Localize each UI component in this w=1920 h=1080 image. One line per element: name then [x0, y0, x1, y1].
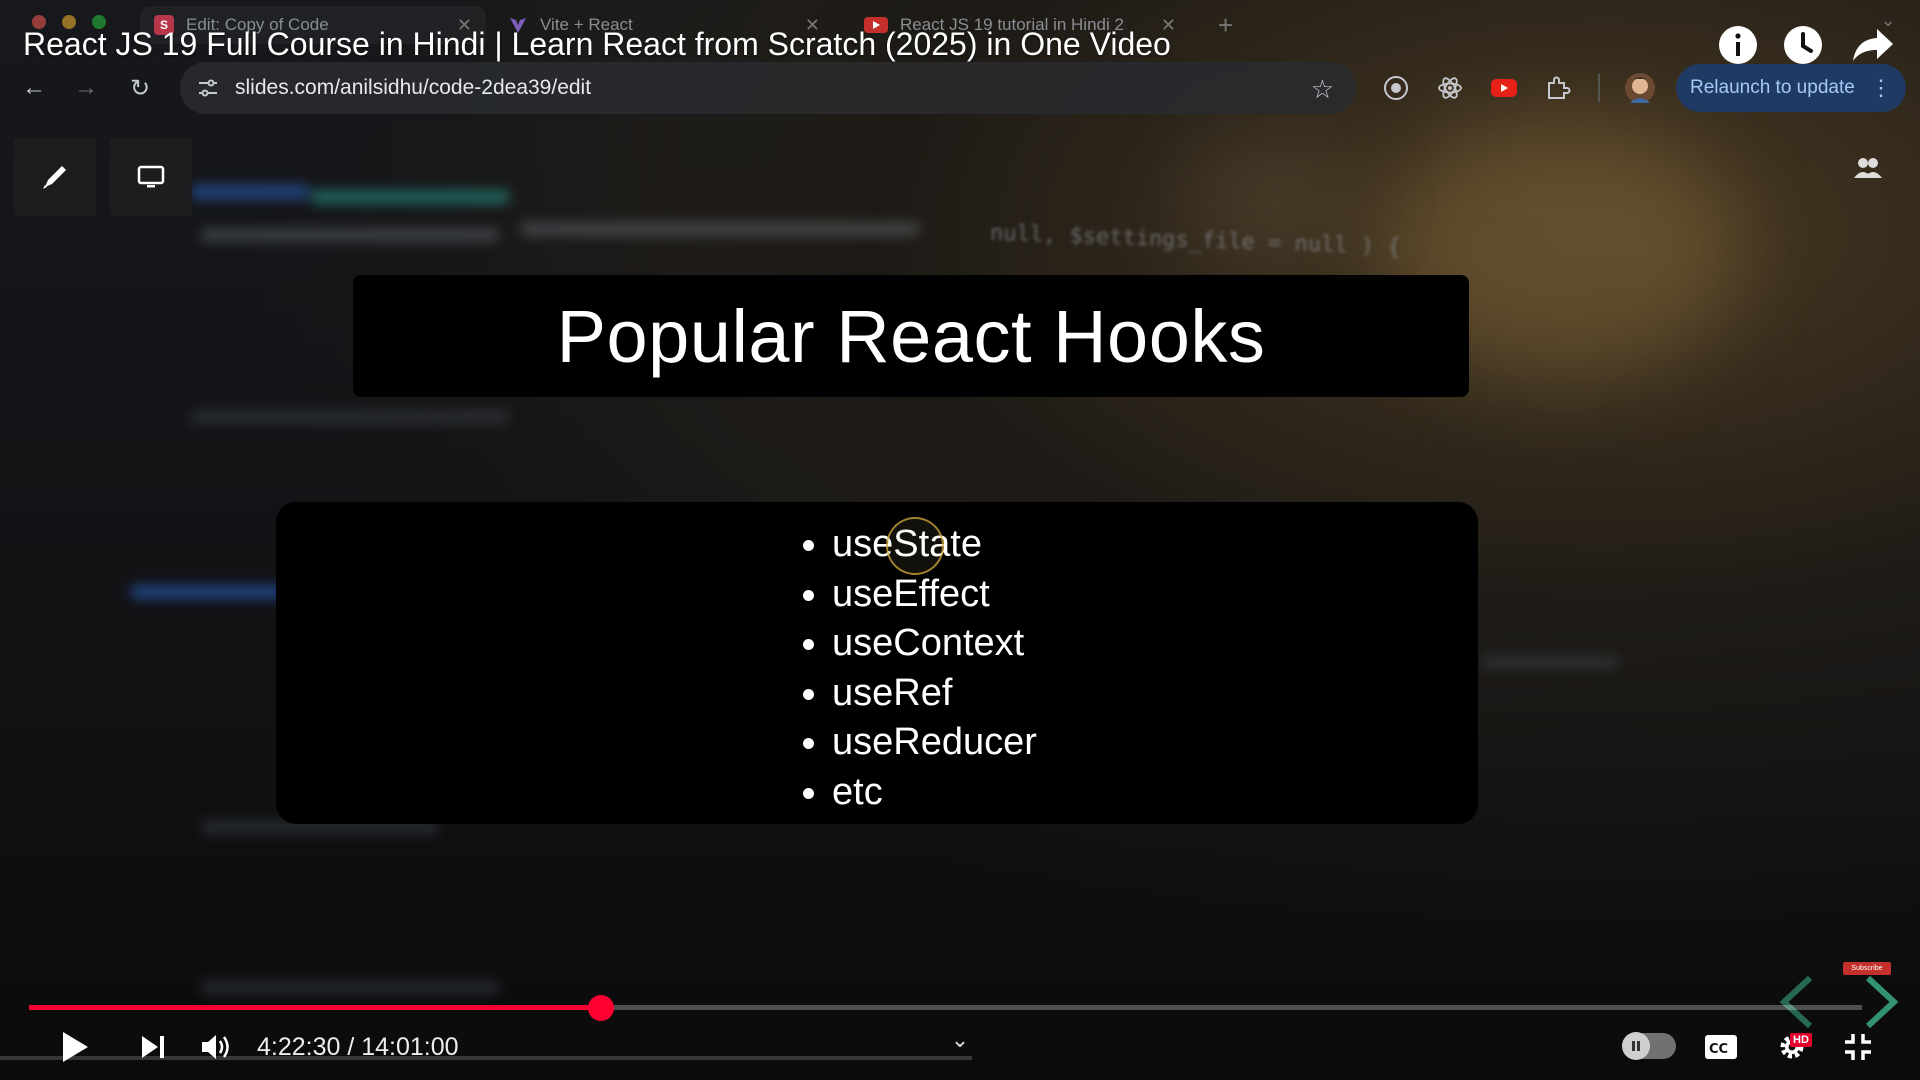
browser-toolbar: ← → ↻ slides.com/anilsidhu/code-2dea39/e…: [0, 58, 1920, 118]
progress-played: [29, 1005, 602, 1010]
extension-target-icon[interactable]: [1381, 73, 1411, 103]
exit-fullscreen-button[interactable]: [1840, 1026, 1876, 1068]
relaunch-to-update-button[interactable]: Relaunch to update ⋮: [1676, 64, 1906, 112]
reload-button[interactable]: ↻: [122, 70, 158, 106]
extensions-puzzle-icon[interactable]: [1543, 73, 1573, 103]
pen-icon: [43, 166, 66, 189]
collaborators-icon[interactable]: [1843, 148, 1893, 188]
background-code-line: [520, 222, 920, 236]
relaunch-label: Relaunch to update: [1690, 77, 1855, 98]
list-item: useEffect: [803, 570, 1037, 620]
list-item: etc: [803, 768, 1037, 818]
list-item: useReducer: [803, 718, 1037, 768]
subscribe-label: Subscribe: [1851, 965, 1883, 972]
captions-button[interactable]: CC: [1704, 1026, 1738, 1068]
cursor-highlight: [886, 517, 944, 575]
next-video-button[interactable]: [133, 1026, 173, 1068]
exit-fullscreen-icon: [1845, 1034, 1871, 1060]
forward-button[interactable]: →: [68, 70, 104, 106]
previous-slide-arrow[interactable]: [1772, 972, 1822, 1032]
hd-badge: HD: [1790, 1033, 1812, 1047]
background-code-line: [200, 228, 500, 242]
pen-tool-button[interactable]: [14, 138, 96, 216]
monitor-icon: [137, 165, 165, 188]
youtube-extension-icon[interactable]: [1489, 73, 1519, 103]
svg-text:CC: CC: [1709, 1042, 1728, 1057]
slide-title: Popular React Hooks: [556, 294, 1266, 378]
present-mode-button[interactable]: [110, 138, 192, 216]
toolbar-divider: [1598, 74, 1600, 102]
address-bar[interactable]: slides.com/anilsidhu/code-2dea39/edit ☆: [180, 62, 1356, 114]
closed-captions-icon: CC: [1705, 1035, 1737, 1059]
video-frame: null, $settings_file = null ) { S Edit: …: [0, 0, 1920, 1080]
subscribe-watermark[interactable]: Subscribe: [1843, 962, 1891, 975]
background-code-line: [190, 185, 310, 199]
scrubber-handle[interactable]: [588, 995, 615, 1021]
more-vert-icon: ⋮: [1870, 75, 1892, 100]
list-item: useRef: [803, 669, 1037, 719]
back-button[interactable]: ←: [16, 70, 52, 106]
volume-button[interactable]: [196, 1026, 236, 1068]
bookmark-star-icon[interactable]: ☆: [1311, 74, 1334, 105]
background-code-line: [200, 980, 500, 994]
background-code-line: [1480, 655, 1620, 669]
list-item: useContext: [803, 619, 1037, 669]
slide-title-box[interactable]: Popular React Hooks: [353, 275, 1469, 397]
avatar[interactable]: [1625, 73, 1655, 103]
background-code-line: [190, 410, 510, 424]
next-slide-arrow[interactable]: [1856, 972, 1906, 1032]
progress-bar[interactable]: [29, 995, 1862, 1021]
bottom-strip: [0, 1056, 972, 1060]
chapter-chevron-button[interactable]: ⌄: [948, 1027, 972, 1052]
url-text[interactable]: slides.com/anilsidhu/code-2dea39/edit: [235, 76, 591, 100]
pause-icon: [1622, 1032, 1650, 1060]
play-button[interactable]: [55, 1026, 95, 1068]
site-settings-icon[interactable]: [196, 76, 220, 105]
chevron-down-icon[interactable]: ⌄: [1868, 0, 1908, 40]
new-tab-button[interactable]: +: [1210, 6, 1250, 44]
react-devtools-icon[interactable]: [1435, 73, 1465, 103]
autoplay-toggle[interactable]: [1622, 1032, 1676, 1060]
background-code-line: [310, 190, 510, 204]
slide-list-box[interactable]: useState useEffect useContext useRef use…: [276, 502, 1478, 824]
